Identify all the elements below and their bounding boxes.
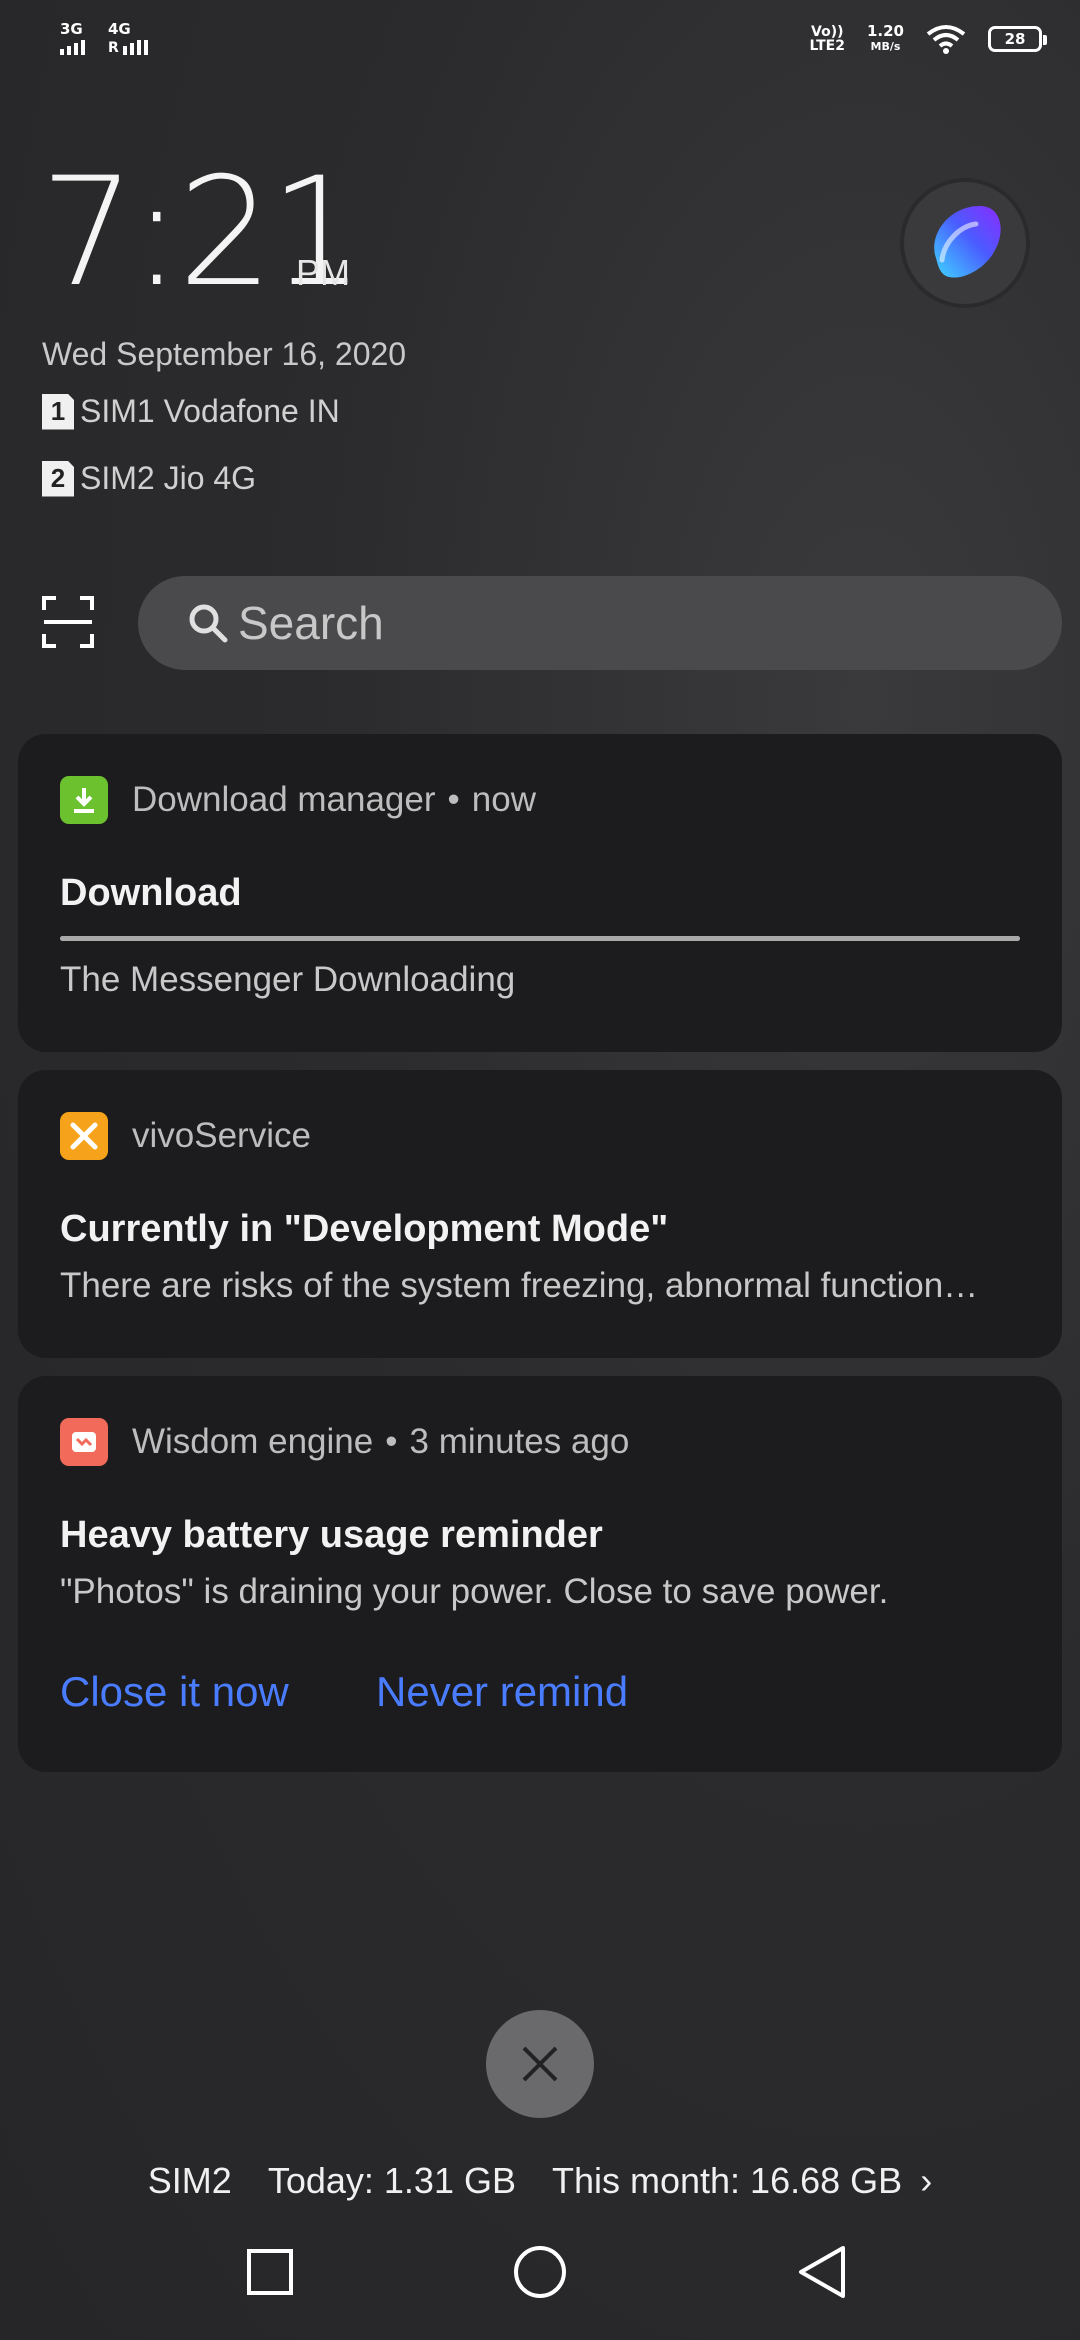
sim1-signal: 3G (60, 22, 85, 55)
close-it-now-button[interactable]: Close it now (60, 1668, 289, 1716)
clear-notifications-button[interactable] (486, 2010, 594, 2118)
notification-title: Currently in "Development Mode" (60, 1208, 669, 1250)
notification-title: Heavy battery usage reminder (60, 1514, 603, 1556)
notification-header: vivoService (60, 1112, 311, 1160)
signal-bars-icon: R (108, 40, 148, 55)
triangle-back-icon (799, 2246, 845, 2298)
sim1-network-type: 3G (60, 20, 83, 38)
notification-body: "Photos" is draining your power. Close t… (60, 1572, 889, 1611)
volte-indicator: Vo)) LTE2 (809, 24, 845, 54)
download-progress-bar (60, 936, 1020, 941)
data-usage-today: Today: 1.31 GB (267, 2160, 516, 2201)
clock-ampm: PM (296, 252, 350, 293)
separator-dot: • (385, 1422, 398, 1461)
recents-button[interactable] (240, 2242, 300, 2302)
data-usage-summary[interactable]: SIM2 Today: 1.31 GB This month: 16.68 GB… (0, 2160, 1080, 2202)
sim1-carrier: 1 SIM1 Vodafone IN (42, 393, 340, 430)
notification-app-name: vivoService (132, 1116, 311, 1155)
notification-header: Download manager • now (60, 776, 536, 824)
roaming-indicator: R (108, 40, 119, 56)
wisdom-engine-icon (60, 1418, 108, 1466)
notification-time: now (471, 780, 536, 819)
status-bar: 3G 4G R Vo)) LTE2 1.20 MB/s 28 (0, 0, 1080, 80)
data-usage-month-group: This month: 16.68 GB › (552, 2160, 932, 2202)
download-icon (60, 776, 108, 824)
notification-body: There are risks of the system freezing, … (60, 1266, 979, 1305)
date-label: Wed September 16, 2020 (42, 336, 407, 372)
search-bar[interactable]: Search (138, 576, 1062, 670)
tools-icon (60, 1112, 108, 1160)
sim2-carrier: 2 SIM2 Jio 4G (42, 460, 256, 497)
notification-app-name: Download manager (132, 780, 436, 819)
battery-level: 28 (1004, 30, 1026, 48)
data-usage-month: This month: 16.68 GB (551, 2160, 903, 2201)
separator-dot: • (447, 780, 460, 819)
notification-vivoservice[interactable]: vivoService Currently in "Development Mo… (18, 1070, 1062, 1358)
sim2-signal: 4G R (108, 22, 148, 55)
battery-icon: 28 (988, 26, 1047, 52)
search-placeholder: Search (238, 597, 384, 649)
wifi-icon (926, 25, 966, 54)
jovi-assistant-button[interactable] (900, 178, 1030, 308)
square-icon (247, 2249, 293, 2295)
network-speed: 1.20 MB/s (866, 22, 904, 54)
jovi-orb-icon (934, 206, 1001, 278)
sim2-network-type: 4G (108, 20, 131, 38)
close-icon (522, 2046, 558, 2082)
sim1-icon: 1 (42, 393, 74, 430)
home-button[interactable] (510, 2242, 570, 2302)
notification-title: Download (60, 872, 242, 914)
notification-time: 3 minutes ago (409, 1422, 630, 1461)
scan-icon[interactable] (40, 594, 96, 650)
circle-icon (514, 2246, 566, 2298)
notification-header: Wisdom engine • 3 minutes ago (60, 1418, 629, 1466)
notification-app-name: Wisdom engine (132, 1422, 374, 1461)
notification-body: The Messenger Downloading (60, 960, 516, 999)
sim2-icon: 2 (42, 460, 74, 497)
never-remind-button[interactable]: Never remind (376, 1668, 628, 1716)
back-button[interactable] (792, 2242, 852, 2302)
data-usage-sim: SIM2 (147, 2160, 232, 2201)
chevron-right-icon: › (920, 2160, 933, 2201)
search-icon (189, 604, 228, 643)
notification-download-manager[interactable]: Download manager • now Download The Mess… (18, 734, 1062, 1052)
signal-bars-icon (60, 40, 85, 55)
download-progress-fill (60, 936, 1020, 941)
